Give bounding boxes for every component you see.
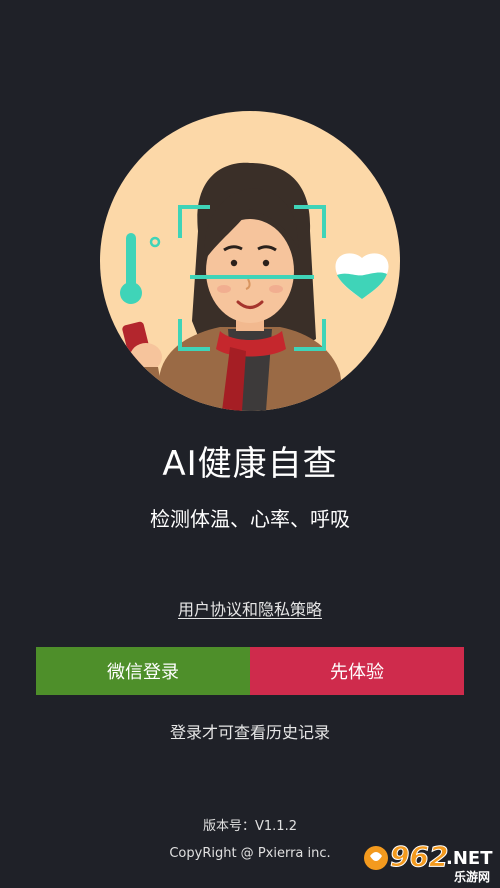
svg-text:.NET: .NET xyxy=(446,848,493,869)
app-subtitle: 检测体温、心率、呼吸 xyxy=(150,507,350,531)
wechat-login-button[interactable]: 微信登录 xyxy=(36,647,250,695)
version-value: V1.1.2 xyxy=(255,819,297,834)
svg-text:乐游网: 乐游网 xyxy=(454,869,490,884)
watermark-logo: 962 .NET 乐游网 xyxy=(364,840,493,884)
hero-illustration xyxy=(100,111,400,411)
svg-text:962: 962 xyxy=(390,840,448,873)
app-title: AI健康自查 xyxy=(162,444,338,484)
version-info: 版本号：V1.1.2 xyxy=(0,815,500,834)
login-button-row: 微信登录 先体验 xyxy=(36,647,464,695)
privacy-policy-link[interactable]: 用户协议和隐私策略 xyxy=(0,596,500,620)
login-hint: 登录才可查看历史记录 xyxy=(169,723,330,742)
version-label: 版本号： xyxy=(203,819,256,834)
try-first-button[interactable]: 先体验 xyxy=(250,647,464,695)
